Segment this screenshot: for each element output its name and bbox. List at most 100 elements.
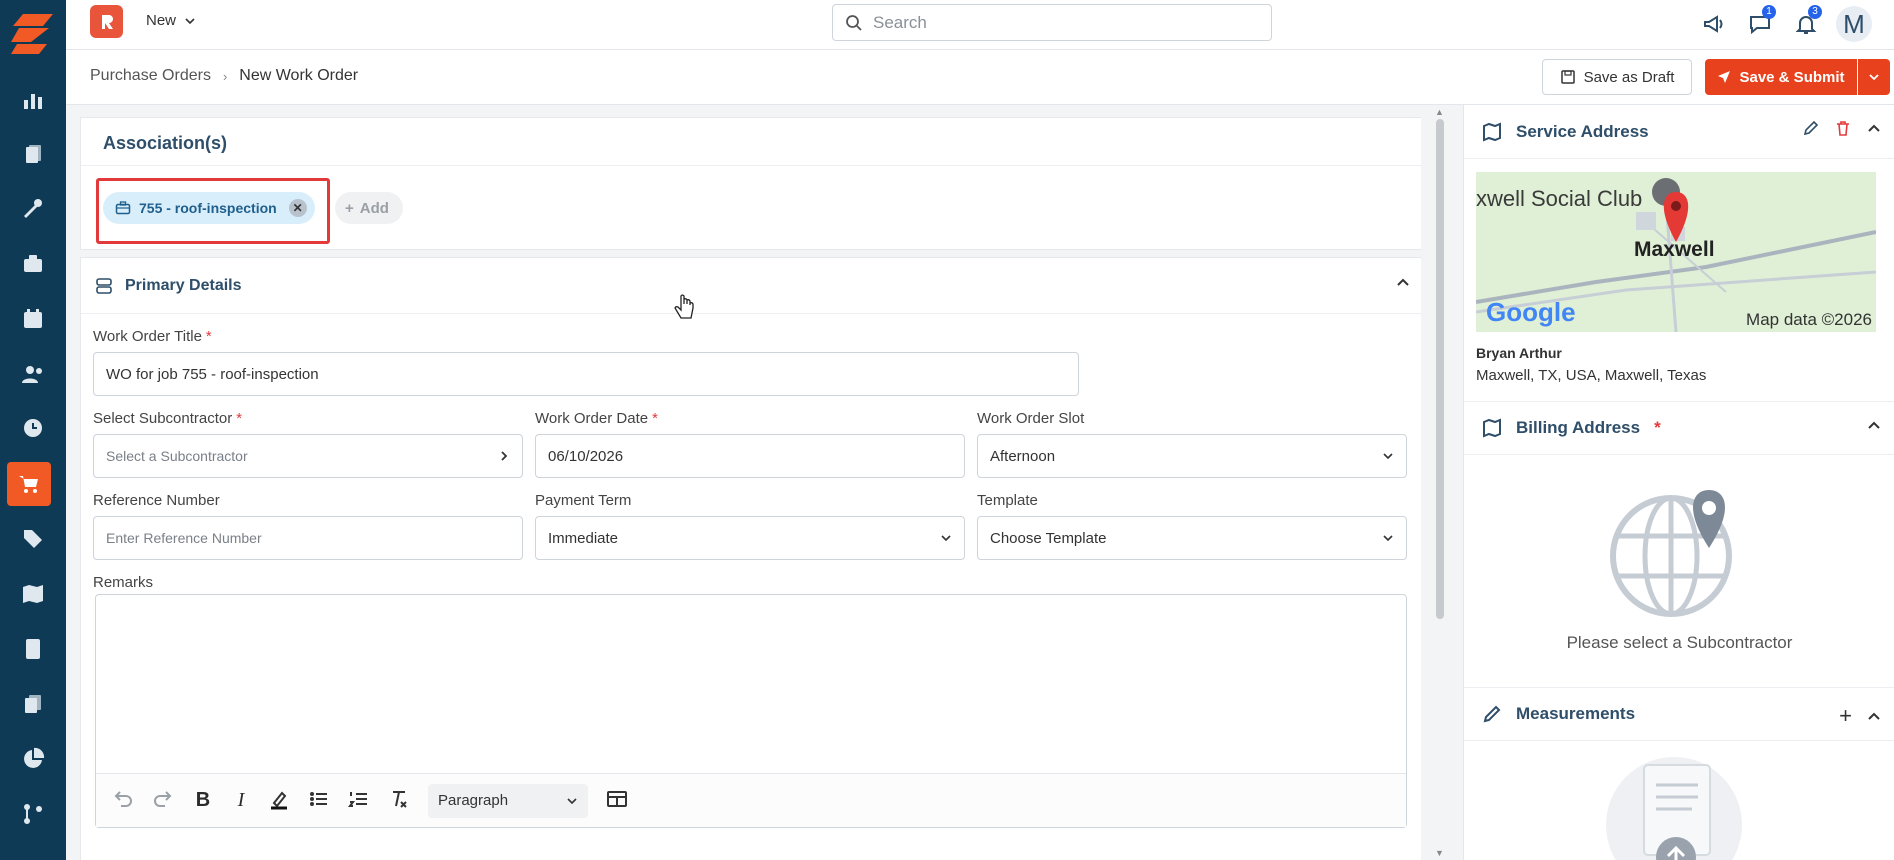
- globe-location-icon: [1610, 490, 1732, 617]
- nav-contacts-icon[interactable]: [0, 352, 66, 396]
- save-and-submit-button[interactable]: Save & Submit: [1705, 59, 1857, 95]
- map-icon: [1483, 122, 1501, 141]
- search-box[interactable]: [832, 4, 1272, 41]
- nav-jobs-icon[interactable]: [0, 242, 66, 286]
- announcements-icon[interactable]: [1698, 8, 1730, 40]
- top-bar: New 1 3 M: [66, 0, 1894, 50]
- submit-options-dropdown[interactable]: [1858, 59, 1890, 95]
- breadcrumb-purchase-orders[interactable]: Purchase Orders: [90, 67, 211, 85]
- measurements-title: Measurements: [1516, 704, 1636, 723]
- brand-logo-icon[interactable]: [9, 12, 55, 56]
- add-measurement-plus-icon[interactable]: +: [1839, 703, 1852, 729]
- nav-dashboard-icon[interactable]: [0, 78, 66, 122]
- subcontractor-select[interactable]: Select a Subcontractor: [93, 434, 523, 478]
- work-order-title-value: WO for job 755 - roof-inspection: [106, 365, 319, 383]
- search-icon: [846, 14, 862, 31]
- template-select[interactable]: Choose Template: [977, 516, 1407, 560]
- save-as-draft-label: Save as Draft: [1583, 68, 1675, 86]
- map-data-attribution: Map data ©2026: [1746, 310, 1872, 329]
- scrollbar-thumb[interactable]: [1436, 119, 1444, 619]
- redo-icon[interactable]: [152, 788, 174, 814]
- undo-icon[interactable]: [112, 788, 134, 814]
- required-asterisk: *: [236, 410, 243, 427]
- chevron-down-icon: [1869, 74, 1879, 81]
- ruler-pencil-icon: [1483, 705, 1501, 723]
- billing-address-header[interactable]: Billing Address *: [1464, 401, 1894, 455]
- breadcrumb: Purchase Orders › New Work Order: [90, 67, 358, 85]
- send-icon: [1718, 71, 1731, 83]
- service-address-title: Service Address: [1516, 121, 1649, 141]
- delete-trash-icon[interactable]: [1834, 119, 1852, 137]
- nav-purchase-orders-icon[interactable]: [7, 462, 51, 506]
- subcontractor-label: Select Subcontractor *: [93, 410, 242, 427]
- work-order-slot-value: Afternoon: [990, 447, 1056, 465]
- nav-tools-icon[interactable]: [0, 187, 66, 231]
- nav-workflow-icon[interactable]: [0, 792, 66, 836]
- google-logo-text: Google: [1486, 297, 1576, 327]
- numbered-list-icon[interactable]: [348, 788, 370, 814]
- insert-table-icon[interactable]: [606, 788, 628, 814]
- chevron-up-icon[interactable]: [1395, 274, 1411, 290]
- new-dropdown[interactable]: New: [146, 12, 196, 29]
- measurements-header[interactable]: Measurements: [1464, 687, 1894, 741]
- work-order-date-field[interactable]: 06/10/2026: [535, 434, 965, 478]
- nav-files-icon[interactable]: [0, 682, 66, 726]
- nav-reports-icon[interactable]: [0, 737, 66, 781]
- bold-icon[interactable]: B: [192, 789, 214, 812]
- breadcrumb-current: New Work Order: [239, 67, 359, 84]
- highlight-color-icon[interactable]: [268, 788, 290, 814]
- billing-empty-message: Please select a Subcontractor: [1566, 633, 1793, 652]
- italic-icon[interactable]: I: [232, 789, 250, 812]
- page-header: Purchase Orders › New Work Order Save as…: [66, 50, 1894, 105]
- billing-address-title: Billing Address: [1516, 418, 1641, 437]
- nav-tags-icon[interactable]: [0, 517, 66, 561]
- paragraph-style-select[interactable]: Paragraph: [428, 783, 588, 818]
- service-address-map[interactable]: xwell Social Club Maxwell Google Map dat…: [1476, 172, 1876, 332]
- measurements-actions: +: [1839, 703, 1882, 729]
- template-value: Choose Template: [990, 529, 1107, 547]
- left-nav-rail: [0, 0, 66, 860]
- payment-term-select[interactable]: Immediate: [535, 516, 965, 560]
- work-order-slot-label: Work Order Slot: [977, 410, 1085, 427]
- chevron-down-icon: [185, 17, 195, 24]
- nav-calculator-icon[interactable]: [0, 627, 66, 671]
- nav-time-icon[interactable]: [0, 406, 66, 450]
- user-avatar[interactable]: M: [1836, 6, 1872, 42]
- notifications-badge: 3: [1808, 5, 1822, 19]
- messages-icon[interactable]: 1: [1744, 5, 1776, 40]
- app-logo-icon[interactable]: [90, 5, 123, 38]
- chevron-down-icon: [1383, 453, 1393, 460]
- chevron-up-icon[interactable]: [1866, 417, 1882, 433]
- scroll-down-arrow-icon[interactable]: ▼: [1435, 848, 1444, 858]
- scroll-up-arrow-icon[interactable]: ▲: [1435, 107, 1444, 117]
- notifications-bell-icon[interactable]: 3: [1790, 5, 1822, 40]
- nav-documents-icon[interactable]: [0, 133, 66, 177]
- association-chip[interactable]: 755 - roof-inspection ✕: [103, 192, 315, 224]
- plus-icon: +: [345, 199, 354, 217]
- breadcrumb-chevron-icon: ›: [222, 68, 228, 84]
- reference-number-field[interactable]: Enter Reference Number: [93, 516, 523, 560]
- messages-badge: 1: [1762, 5, 1776, 19]
- clear-formatting-icon[interactable]: [388, 788, 410, 814]
- primary-details-header[interactable]: Primary Details: [81, 258, 1421, 314]
- remove-association-close-icon[interactable]: ✕: [288, 199, 307, 217]
- add-association-button[interactable]: + Add: [335, 192, 403, 224]
- work-order-date-value: 06/10/2026: [548, 447, 624, 465]
- bullet-list-icon[interactable]: [308, 788, 330, 814]
- save-as-draft-button[interactable]: Save as Draft: [1542, 59, 1692, 95]
- chevron-up-icon[interactable]: [1866, 120, 1882, 136]
- nav-calendar-icon[interactable]: [0, 297, 66, 341]
- chevron-up-icon[interactable]: [1866, 708, 1882, 724]
- work-order-title-field[interactable]: WO for job 755 - roof-inspection: [93, 352, 1079, 396]
- chevron-down-icon: [941, 535, 951, 542]
- document-upload-icon: [1606, 757, 1742, 860]
- main-scrollbar[interactable]: ▲ ▼: [1433, 105, 1447, 860]
- payment-term-value: Immediate: [548, 529, 619, 547]
- paragraph-style-value: Paragraph: [438, 792, 509, 809]
- nav-map-icon[interactable]: [0, 572, 66, 616]
- remarks-editor[interactable]: B I Paragraph: [95, 594, 1407, 828]
- search-input[interactable]: [873, 12, 1253, 33]
- work-order-slot-select[interactable]: Afternoon: [977, 434, 1407, 478]
- edit-pencil-icon[interactable]: [1802, 119, 1820, 137]
- new-dropdown-label: New: [146, 12, 177, 29]
